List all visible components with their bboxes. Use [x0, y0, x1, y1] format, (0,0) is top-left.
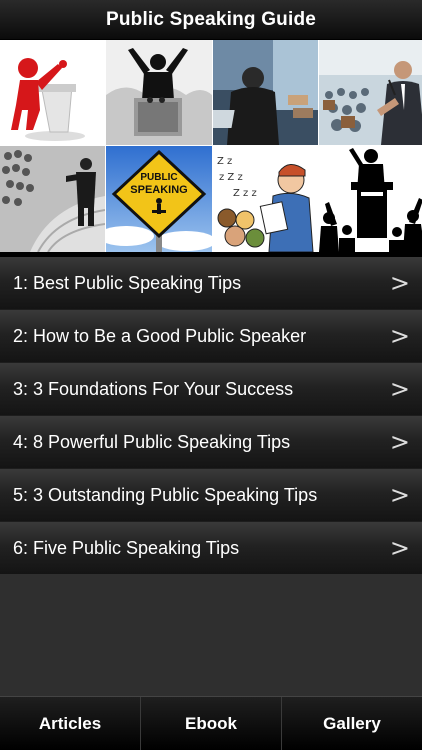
article-row-3[interactable]: 3: 3 Foundations For Your Success > [0, 363, 422, 416]
tab-ebook[interactable]: Ebook [141, 697, 282, 750]
image-gallery: PUBLIC SPEAKING Z z z Z z Z z z [0, 40, 422, 252]
gallery-image-silhouette-speaker[interactable] [319, 146, 422, 252]
audience-speaker-icon [0, 146, 105, 252]
svg-text:Z z: Z z [217, 156, 232, 167]
sign-text-public: PUBLIC [140, 172, 177, 183]
chevron-right-icon: > [389, 375, 410, 403]
article-row-2[interactable]: 2: How to Be a Good Public Speaker > [0, 310, 422, 363]
crowd-speaker-icon [106, 40, 212, 145]
gallery-image-hall-speaker[interactable] [319, 40, 422, 145]
article-label: 5: 3 Outstanding Public Speaking Tips [13, 484, 318, 505]
gallery-image-audience-speaker[interactable] [0, 146, 105, 252]
svg-text:z Z z: z Z z [219, 172, 243, 183]
public-speaking-sign-icon: PUBLIC SPEAKING [106, 146, 212, 252]
article-label: 4: 8 Powerful Public Speaking Tips [13, 431, 291, 452]
chevron-right-icon: > [389, 481, 410, 509]
chevron-right-icon: > [389, 428, 410, 456]
chevron-right-icon: > [389, 534, 410, 562]
silhouette-speaker-icon [319, 146, 422, 252]
gallery-image-podium-figure[interactable] [0, 40, 105, 145]
article-label: 1: Best Public Speaking Tips [13, 272, 242, 293]
navigation-bar: Public Speaking Guide [0, 0, 422, 40]
conference-speaker-icon [213, 40, 318, 145]
podium-figure-icon [0, 40, 105, 145]
gallery-image-conference-speaker[interactable] [213, 40, 318, 145]
gallery-image-public-speaking-sign[interactable]: PUBLIC SPEAKING [106, 146, 212, 252]
tab-bar: Articles Ebook Gallery [0, 696, 422, 750]
chevron-right-icon: > [389, 322, 410, 350]
chevron-right-icon: > [389, 269, 410, 297]
gallery-image-crowd-speaker[interactable] [106, 40, 212, 145]
tab-articles[interactable]: Articles [0, 697, 141, 750]
article-list: 1: Best Public Speaking Tips > 2: How to… [0, 257, 422, 575]
article-row-4[interactable]: 4: 8 Powerful Public Speaking Tips > [0, 416, 422, 469]
tab-gallery[interactable]: Gallery [282, 697, 422, 750]
gallery-image-cartoon-speaker[interactable]: Z z z Z z Z z z [213, 146, 318, 252]
article-label: 3: 3 Foundations For Your Success [13, 378, 294, 399]
article-row-6[interactable]: 6: Five Public Speaking Tips > [0, 522, 422, 575]
article-label: 2: How to Be a Good Public Speaker [13, 325, 307, 346]
article-row-5[interactable]: 5: 3 Outstanding Public Speaking Tips > [0, 469, 422, 522]
cartoon-speaker-icon: Z z z Z z Z z z [213, 146, 318, 252]
empty-content-area [0, 574, 422, 696]
article-row-1[interactable]: 1: Best Public Speaking Tips > [0, 257, 422, 310]
page-title: Public Speaking Guide [105, 8, 317, 30]
svg-text:Z z z: Z z z [233, 188, 257, 199]
sign-text-speaking: SPEAKING [130, 184, 187, 196]
hall-speaker-icon [319, 40, 422, 145]
article-label: 6: Five Public Speaking Tips [13, 537, 240, 558]
